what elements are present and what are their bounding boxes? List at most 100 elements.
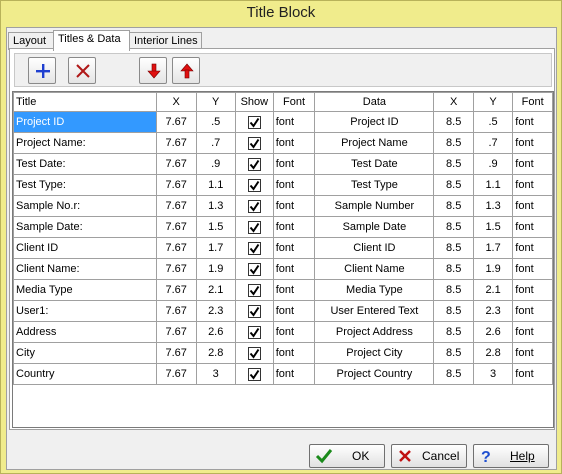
cell-show[interactable] (234, 216, 274, 238)
cell-data-y[interactable]: 1.9 (472, 258, 514, 280)
cell-data[interactable]: Sample Date (314, 216, 435, 238)
cell-font[interactable]: font (272, 216, 316, 238)
cell-data-font[interactable]: font (512, 279, 553, 301)
cell-data-font[interactable]: font (512, 363, 553, 385)
cell-data-y[interactable]: 2.6 (472, 321, 514, 343)
cell-data-x[interactable]: 8.5 (433, 153, 474, 175)
cell-data-x[interactable]: 8.5 (433, 111, 474, 133)
cell-data[interactable]: Client ID (314, 237, 435, 259)
cell-data[interactable]: Project Country (314, 363, 435, 385)
cell-title[interactable]: Sample Date: (13, 216, 157, 238)
titles-data-grid[interactable]: Title X Y Show Font Data X Y Font Projec… (12, 91, 554, 428)
cell-data-y[interactable]: 2.1 (472, 279, 514, 301)
cell-title[interactable]: Project ID (13, 111, 157, 133)
help-button[interactable]: ? Help (473, 444, 549, 468)
table-row[interactable]: Client ID 7.67 1.7 font Client ID 8.5 1.7 font (13, 237, 553, 259)
cell-data-y[interactable]: 1.3 (472, 195, 514, 217)
cell-x[interactable]: 7.67 (155, 132, 197, 154)
cell-data-y[interactable]: 1.5 (472, 216, 514, 238)
show-checkbox[interactable] (247, 199, 261, 213)
cell-y[interactable]: 3 (195, 363, 236, 385)
col-header-data[interactable]: Data (314, 92, 435, 112)
cell-x[interactable]: 7.67 (155, 300, 197, 322)
cell-x[interactable]: 7.67 (155, 153, 197, 175)
cell-title[interactable]: Country (13, 363, 157, 385)
show-checkbox[interactable] (247, 157, 261, 171)
cell-show[interactable] (234, 258, 274, 280)
cell-y[interactable]: 1.7 (195, 237, 236, 259)
cell-show[interactable] (234, 237, 274, 259)
cell-data-y[interactable]: 2.8 (472, 342, 514, 364)
show-checkbox[interactable] (247, 178, 261, 192)
cell-data-font[interactable]: font (512, 321, 553, 343)
cell-x[interactable]: 7.67 (155, 321, 197, 343)
cell-show[interactable] (234, 174, 274, 196)
cell-y[interactable]: .7 (195, 132, 236, 154)
cell-x[interactable]: 7.67 (155, 174, 197, 196)
cell-font[interactable]: font (272, 258, 316, 280)
col-header-show[interactable]: Show (234, 92, 274, 112)
cell-title[interactable]: Client ID (13, 237, 157, 259)
cell-data-font[interactable]: font (512, 300, 553, 322)
cell-data-x[interactable]: 8.5 (433, 279, 474, 301)
cell-y[interactable]: 1.1 (195, 174, 236, 196)
cell-data-x[interactable]: 8.5 (433, 174, 474, 196)
col-header-title[interactable]: Title (13, 92, 157, 112)
cell-show[interactable] (234, 363, 274, 385)
cell-data[interactable]: Sample Number (314, 195, 435, 217)
cell-data[interactable]: Project Name (314, 132, 435, 154)
show-checkbox[interactable] (247, 115, 261, 129)
table-row[interactable]: Sample No.r: 7.67 1.3 font Sample Number 8.5 1… (13, 195, 553, 217)
cell-data[interactable]: Test Date (314, 153, 435, 175)
cell-title[interactable]: City (13, 342, 157, 364)
cell-data-y[interactable]: .5 (472, 111, 514, 133)
show-checkbox[interactable] (247, 367, 261, 381)
cell-data-font[interactable]: font (512, 153, 553, 175)
cell-data[interactable]: Media Type (314, 279, 435, 301)
cell-show[interactable] (234, 111, 274, 133)
show-checkbox[interactable] (247, 304, 261, 318)
cell-title[interactable]: Sample No.r: (13, 195, 157, 217)
cell-show[interactable] (234, 342, 274, 364)
show-checkbox[interactable] (247, 220, 261, 234)
ok-button[interactable]: OK (309, 444, 385, 468)
add-row-button[interactable] (28, 57, 56, 84)
col-header-font[interactable]: Font (272, 92, 316, 112)
table-row[interactable]: Project Name: 7.67.7 font Project Name 8.5.7… (13, 132, 553, 154)
cell-data-font[interactable]: font (512, 216, 553, 238)
cell-y[interactable]: 2.3 (195, 300, 236, 322)
cell-data-y[interactable]: .7 (472, 132, 514, 154)
cell-title[interactable]: Project Name: (13, 132, 157, 154)
show-checkbox[interactable] (247, 346, 261, 360)
cell-title[interactable]: Test Date: (13, 153, 157, 175)
cell-font[interactable]: font (272, 279, 316, 301)
cell-data[interactable]: Project ID (314, 111, 435, 133)
cell-x[interactable]: 7.67 (155, 342, 197, 364)
cell-show[interactable] (234, 279, 274, 301)
cell-y[interactable]: 1.9 (195, 258, 236, 280)
col-header-data-y[interactable]: Y (472, 92, 514, 112)
show-checkbox[interactable] (247, 241, 261, 255)
table-row[interactable]: User1: 7.67 2.3 font User Entered Text 8.5 2.3… (13, 300, 553, 322)
col-header-y[interactable]: Y (195, 92, 236, 112)
cell-show[interactable] (234, 195, 274, 217)
cell-show[interactable] (234, 321, 274, 343)
cell-title[interactable]: Media Type (13, 279, 157, 301)
cell-y[interactable]: .5 (195, 111, 236, 133)
table-row[interactable]: Test Type: 7.67 1.1 font Test Type 8.5 1.1 font (13, 174, 553, 196)
cell-x[interactable]: 7.67 (155, 195, 197, 217)
cell-font[interactable]: font (272, 342, 316, 364)
cell-font[interactable]: font (272, 363, 316, 385)
delete-row-button[interactable] (68, 57, 96, 84)
cell-data[interactable]: Project City (314, 342, 435, 364)
cell-data-x[interactable]: 8.5 (433, 321, 474, 343)
show-checkbox[interactable] (247, 136, 261, 150)
table-row[interactable]: Sample Date: 7.67 1.5 font Sample Date 8.5 1.5… (13, 216, 553, 238)
cell-data-font[interactable]: font (512, 195, 553, 217)
cell-show[interactable] (234, 132, 274, 154)
cell-x[interactable]: 7.67 (155, 111, 197, 133)
cell-data-font[interactable]: font (512, 342, 553, 364)
col-header-data-x[interactable]: X (433, 92, 474, 112)
move-down-button[interactable] (139, 57, 167, 84)
cell-data-font[interactable]: font (512, 237, 553, 259)
